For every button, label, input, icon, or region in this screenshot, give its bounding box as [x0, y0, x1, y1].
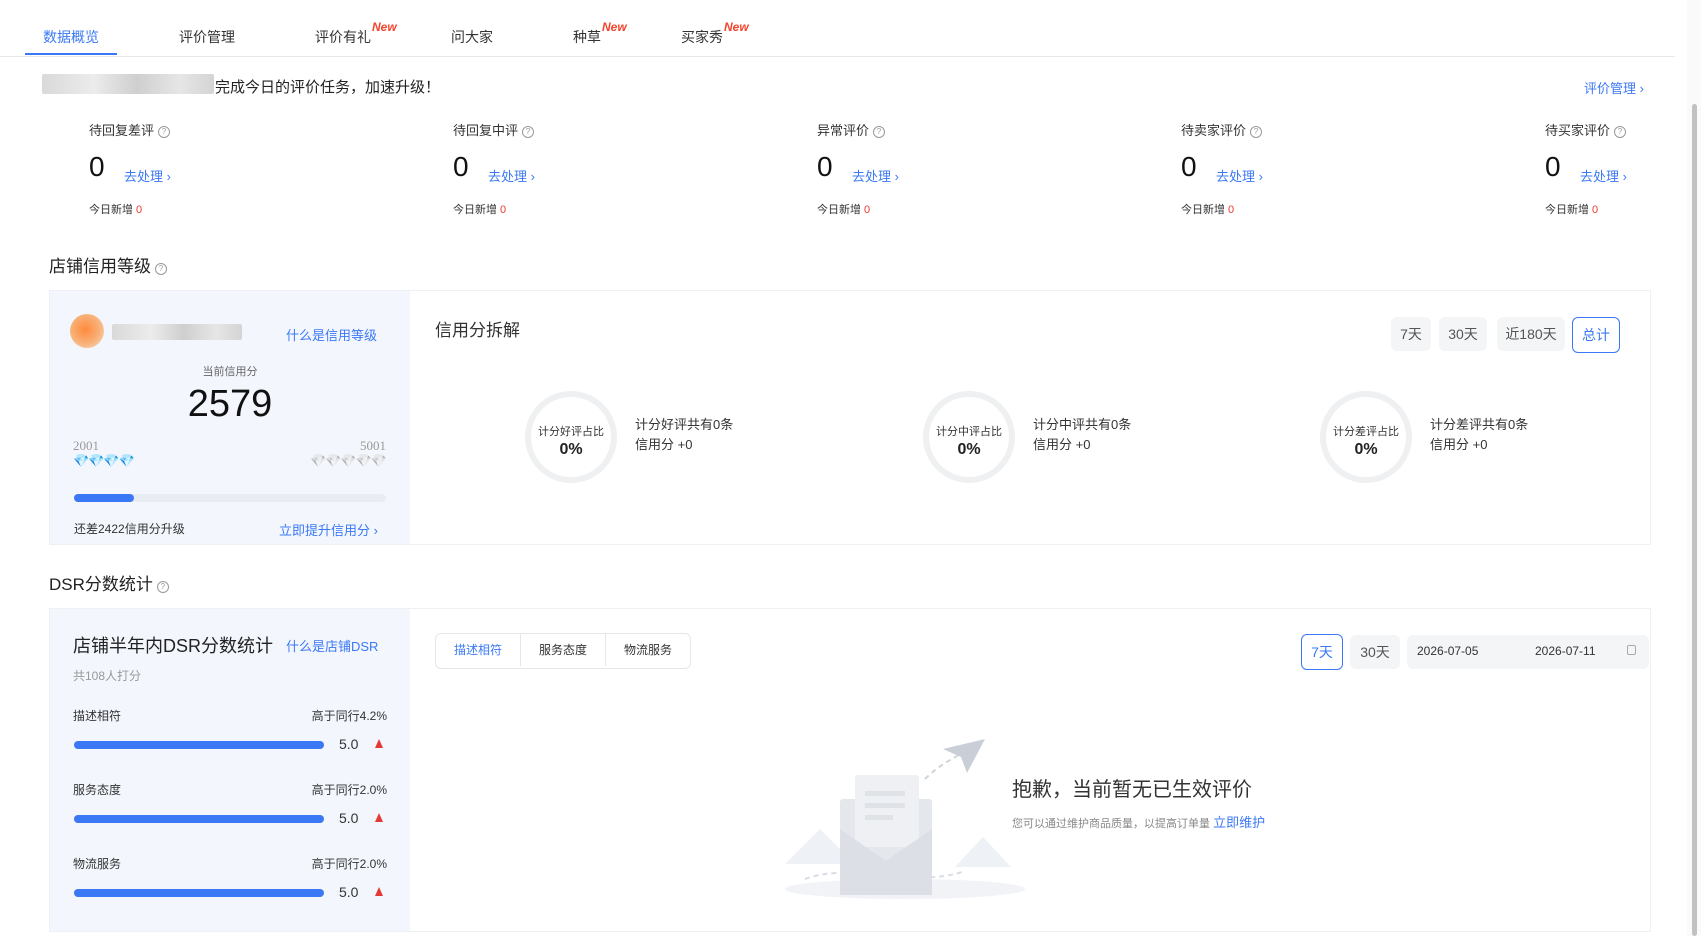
blurred-shop-name	[42, 74, 214, 94]
stat-value: 0	[453, 151, 469, 182]
dsr-period-30d[interactable]: 30天	[1350, 635, 1400, 669]
dsr-bar-fill	[74, 741, 324, 749]
breakdown-title: 信用分拆解	[435, 321, 520, 340]
dsr-type-tabs: 描述相符 服务态度 物流服务	[435, 633, 691, 669]
dsr-tab-service[interactable]: 服务态度	[521, 634, 606, 666]
maintain-now-link[interactable]: 立即维护	[1213, 815, 1265, 830]
credit-level-card: 什么是信用等级 当前信用分 2579 2001 5001 💎💎💎💎 💎💎💎💎💎 …	[50, 291, 410, 544]
date-start: 2026-07-05	[1417, 644, 1479, 658]
task-notice: 完成今日的评价任务，加速升级！	[215, 79, 441, 96]
dsr-item-score: 5.0	[339, 884, 359, 900]
tab-seeding[interactable]: 种草 New	[573, 20, 627, 47]
dsr-item-compare: 高于同行4.2%	[311, 709, 387, 723]
active-tab-indicator	[25, 53, 117, 55]
new-badge: New	[372, 20, 397, 34]
stat-abnormal-review: 异常评价? 0 去处理 › 今日新增 0	[817, 123, 899, 216]
dsr-period-7d[interactable]: 7天	[1301, 634, 1343, 670]
process-link[interactable]: 去处理 ›	[1580, 166, 1627, 185]
dsr-tab-description[interactable]: 描述相符	[436, 634, 521, 666]
current-score-label: 当前信用分	[202, 366, 258, 378]
good-review-ring: 计分好评占比 0%	[525, 391, 617, 483]
rating-count: 共108人打分	[73, 669, 142, 683]
credit-progress-fill	[74, 494, 134, 502]
up-arrow-icon	[375, 739, 383, 748]
neutral-review-ring: 计分中评占比 0%	[923, 391, 1015, 483]
empty-title: 抱歉，当前暂无已生效评价	[1012, 779, 1252, 801]
calendar-icon[interactable]	[1627, 645, 1636, 655]
date-range-picker[interactable]: 2026-07-05 2026-07-11	[1407, 635, 1649, 669]
date-end: 2026-07-11	[1535, 644, 1596, 658]
tab-data-overview[interactable]: 数据概览	[43, 27, 99, 47]
neutral-review-desc: 计分中评共有0条 信用分 +0	[1033, 417, 1132, 452]
dsr-bar-fill	[74, 889, 324, 897]
stat-value: 0	[89, 151, 105, 182]
blurred-shop-name	[112, 324, 242, 340]
process-link[interactable]: 去处理 ›	[852, 166, 899, 185]
negative-review-ring: 计分差评占比 0%	[1320, 391, 1412, 483]
what-is-credit-link[interactable]: 什么是信用等级	[286, 325, 377, 344]
dsr-item-compare: 高于同行2.0%	[311, 783, 387, 797]
new-badge: New	[724, 20, 749, 34]
dsr-item-score: 5.0	[339, 810, 359, 826]
credit-section-title: 店铺信用等级?	[49, 252, 167, 277]
what-is-dsr-link[interactable]: 什么是店铺DSR	[286, 636, 378, 655]
process-link[interactable]: 去处理 ›	[1216, 166, 1263, 185]
scrollbar-thumb[interactable]	[1692, 104, 1697, 936]
help-icon[interactable]: ?	[522, 126, 535, 138]
stat-pending-seller-review: 待卖家评价? 0 去处理 › 今日新增 0	[1181, 123, 1263, 216]
score-max: 5001	[360, 438, 386, 453]
top-tab-bar: 数据概览 评价管理 评价有礼 New 问大家 种草 New 买家秀 New	[0, 0, 1675, 57]
stat-pending-buyer-review: 待买家评价? 0 去处理 › 今日新增 0	[1545, 123, 1627, 216]
diamond-icons-next: 💎💎💎💎💎	[310, 453, 387, 468]
stat-pending-neutral: 待回复中评? 0 去处理 › 今日新增 0	[453, 123, 535, 216]
empty-description: 您可以通过维护商品质量，以提高订单量 立即维护	[1012, 815, 1266, 830]
avatar	[70, 314, 104, 348]
dsr-panel: 店铺半年内DSR分数统计 什么是店铺DSR 共108人打分 描述相符 高于同行4…	[49, 608, 1651, 932]
review-management-link[interactable]: 评价管理 ›	[1584, 78, 1644, 97]
dsr-item-score: 5.0	[339, 736, 359, 752]
help-icon[interactable]: ?	[1250, 126, 1263, 138]
up-arrow-icon	[375, 887, 383, 896]
good-review-desc: 计分好评共有0条 信用分 +0	[635, 417, 734, 452]
tab-review-management[interactable]: 评价管理	[179, 27, 235, 47]
negative-review-desc: 计分差评共有0条 信用分 +0	[1430, 417, 1529, 452]
process-link[interactable]: 去处理 ›	[124, 166, 171, 185]
process-link[interactable]: 去处理 ›	[488, 166, 535, 185]
stat-value: 0	[1545, 151, 1561, 182]
help-icon[interactable]: ?	[155, 263, 167, 275]
dsr-item-name: 物流服务	[73, 857, 122, 871]
period-7d[interactable]: 7天	[1391, 317, 1431, 351]
stat-value: 0	[817, 151, 833, 182]
tab-ask-everyone[interactable]: 问大家	[451, 27, 493, 47]
remaining-text: 还差2422信用分升级	[74, 522, 185, 536]
score-min: 2001	[73, 438, 99, 453]
dsr-stats-card: 店铺半年内DSR分数统计 什么是店铺DSR 共108人打分 描述相符 高于同行4…	[50, 609, 410, 931]
help-icon[interactable]: ?	[873, 126, 886, 138]
dsr-item-name: 描述相符	[73, 709, 122, 723]
period-180d[interactable]: 近180天	[1497, 317, 1565, 351]
dsr-tab-logistics[interactable]: 物流服务	[606, 634, 690, 666]
up-arrow-icon	[375, 813, 383, 822]
empty-mailbox-illustration	[785, 739, 1025, 899]
diamond-icons-current: 💎💎💎💎	[73, 453, 135, 468]
tab-review-gift[interactable]: 评价有礼 New	[315, 20, 397, 47]
help-icon[interactable]: ?	[1614, 126, 1627, 138]
dsr-item-compare: 高于同行2.0%	[311, 857, 387, 871]
dsr-item-name: 服务态度	[73, 783, 122, 797]
boost-credit-link[interactable]: 立即提升信用分 ›	[279, 520, 378, 539]
help-icon[interactable]: ?	[156, 581, 169, 593]
dsr-bar-fill	[74, 815, 324, 823]
stat-pending-negative: 待回复差评? 0 去处理 › 今日新增 0	[89, 123, 171, 216]
dsr-section-title: DSR分数统计?	[49, 570, 169, 595]
tab-buyer-show[interactable]: 买家秀 New	[681, 20, 749, 47]
credit-panel: 什么是信用等级 当前信用分 2579 2001 5001 💎💎💎💎 💎💎💎💎💎 …	[49, 290, 1651, 545]
new-badge: New	[602, 20, 627, 34]
period-total[interactable]: 总计	[1572, 317, 1620, 353]
period-30d[interactable]: 30天	[1439, 317, 1487, 351]
current-score: 2579	[187, 383, 273, 425]
stat-value: 0	[1181, 151, 1197, 182]
dsr-card-title: 店铺半年内DSR分数统计	[73, 636, 274, 656]
help-icon[interactable]: ?	[158, 126, 171, 138]
